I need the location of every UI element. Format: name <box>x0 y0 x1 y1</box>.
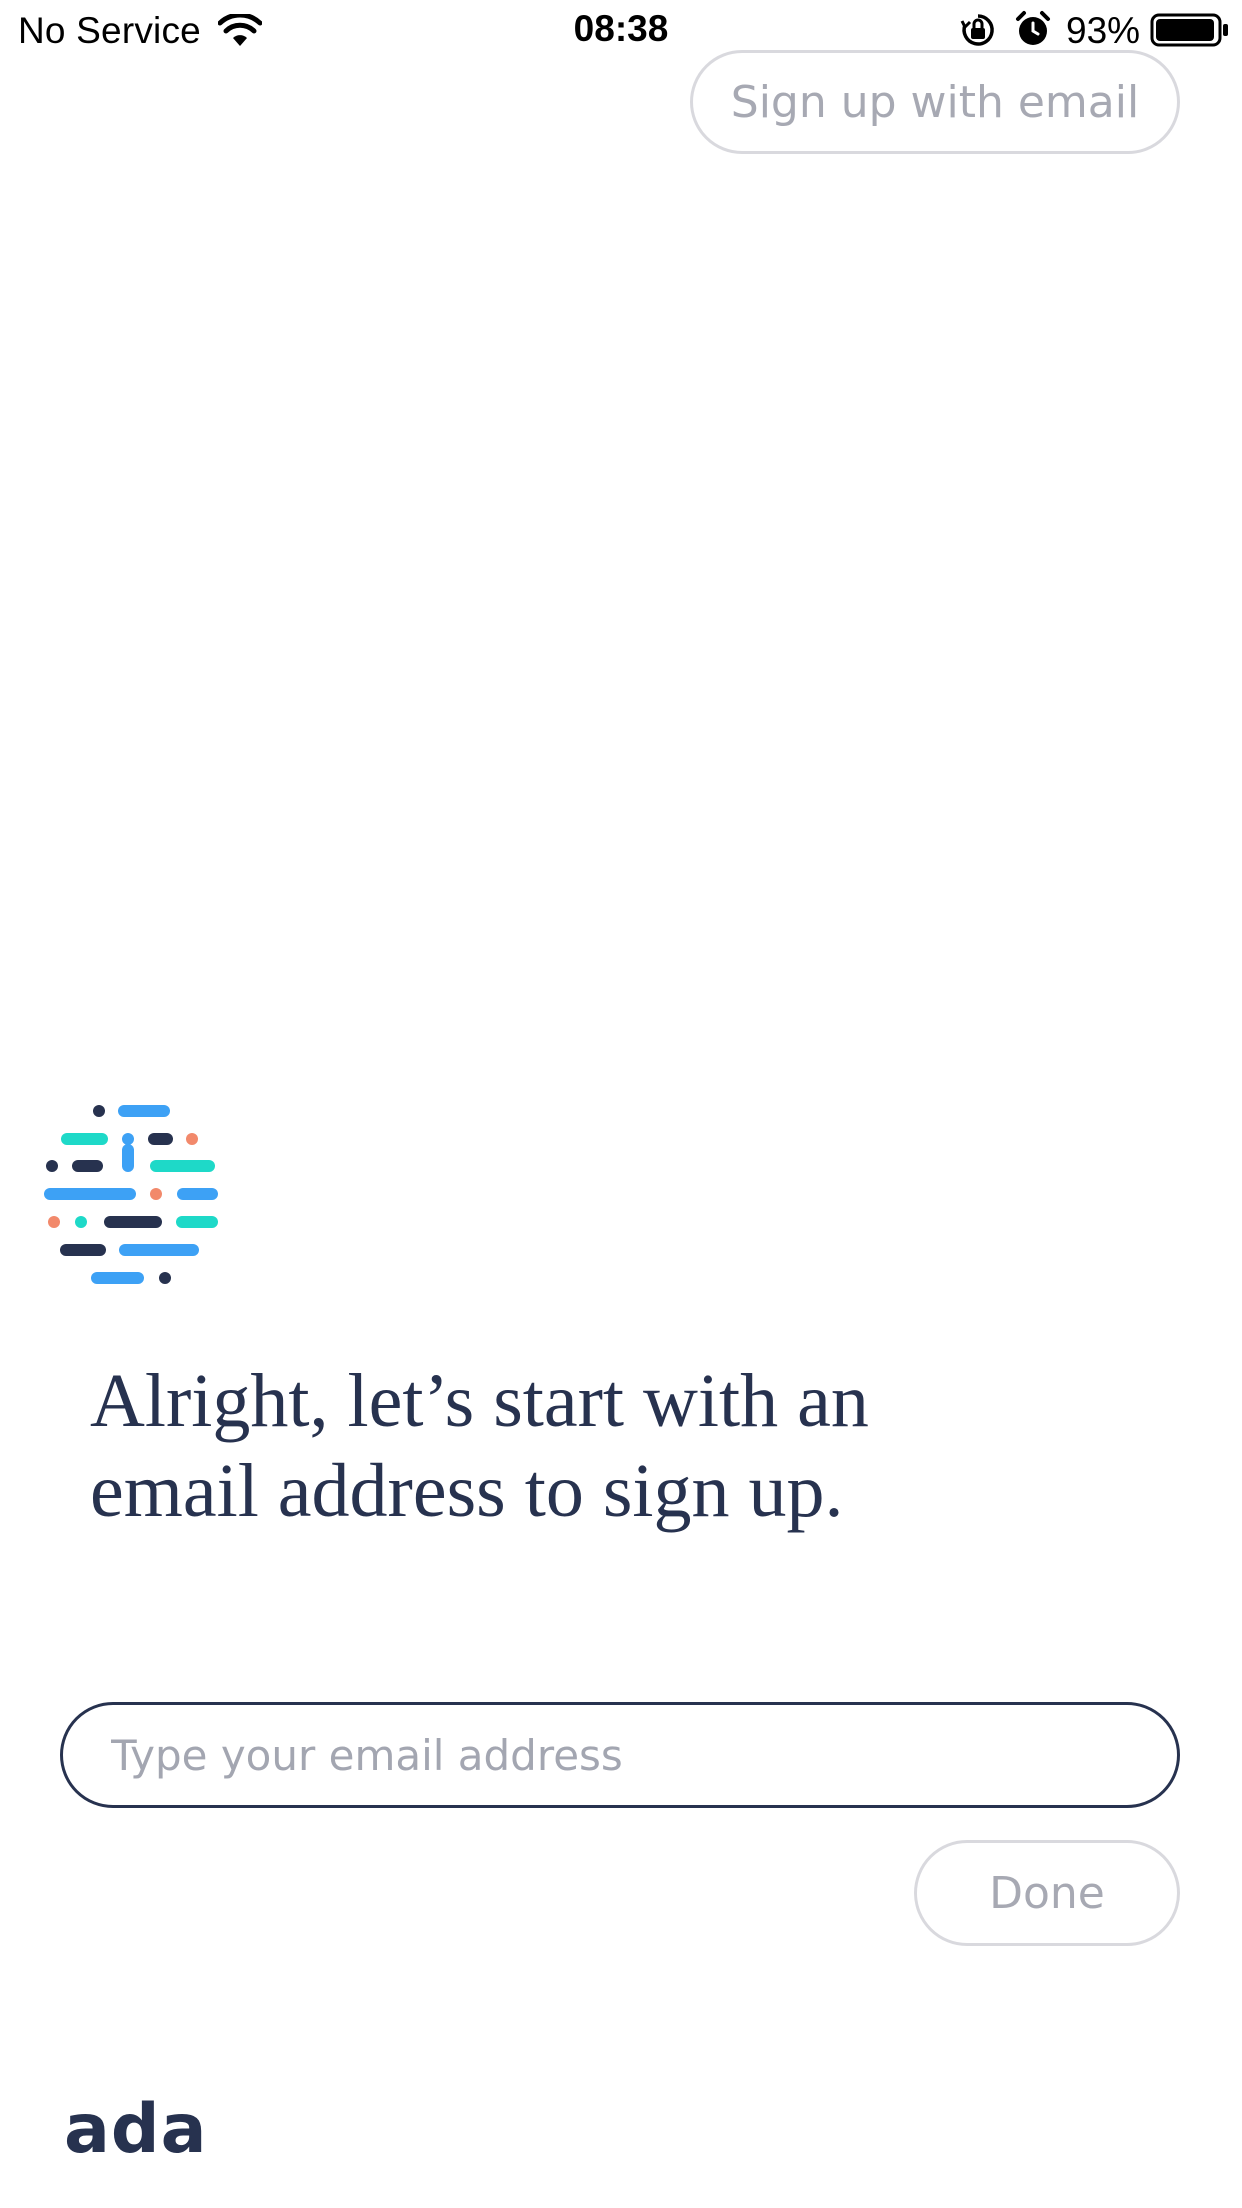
battery-percent: 93% <box>1066 10 1141 51</box>
email-field[interactable] <box>60 1702 1180 1808</box>
bot-prompt-message: Alright, let’s start with an email addre… <box>90 1359 869 1533</box>
orientation-lock-icon <box>960 14 994 46</box>
clock: 08:38 <box>573 8 669 49</box>
done-button[interactable]: Done <box>914 1840 1180 1946</box>
ada-logo: ada <box>64 2090 208 2169</box>
alarm-icon <box>1016 11 1050 45</box>
sign-up-with-email-pill[interactable]: Sign up with email <box>690 50 1180 154</box>
ada-bot-avatar-icon <box>44 1105 218 1284</box>
battery-icon <box>1150 13 1228 47</box>
